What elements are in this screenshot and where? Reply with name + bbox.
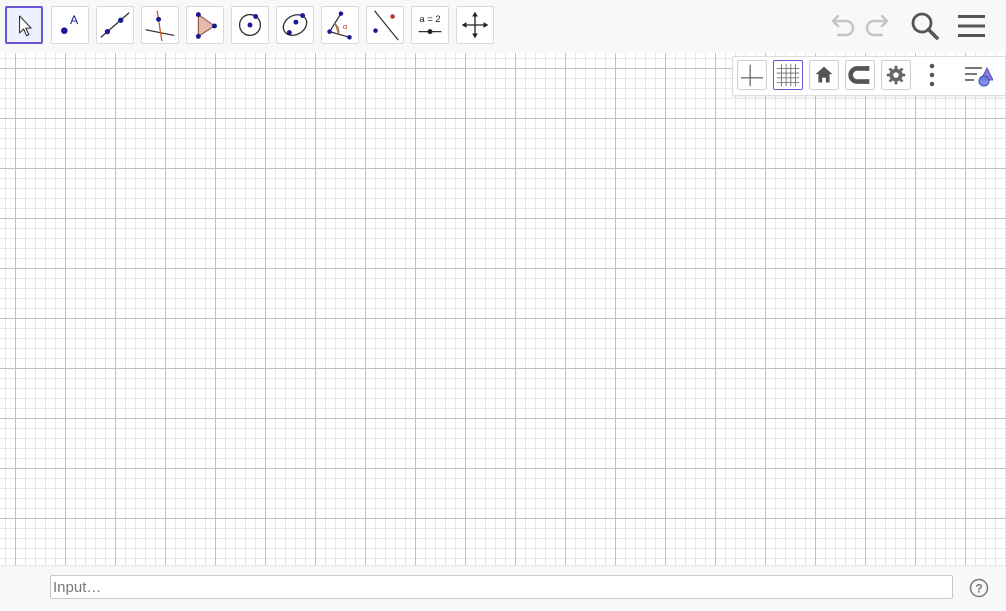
slider-tool-button[interactable]: a = 2 — [411, 6, 449, 44]
perpendicular-line-icon — [145, 10, 175, 42]
vertical-dots-icon — [929, 63, 935, 87]
line-tool-button[interactable] — [96, 6, 134, 44]
polygon-icon — [195, 12, 217, 39]
angle-tool-button[interactable]: α — [321, 6, 359, 44]
reflect-tool-button[interactable] — [366, 6, 404, 44]
move-graphics-view-tool-button[interactable] — [456, 6, 494, 44]
hamburger-menu-icon — [958, 15, 985, 37]
coordinate-grid — [0, 53, 1006, 565]
toggle-style-bar-button[interactable] — [963, 60, 994, 90]
standard-view-button[interactable] — [809, 60, 839, 90]
main-menu-button[interactable] — [954, 8, 990, 44]
input-bar: ? — [0, 565, 1006, 611]
move-graphics-view-icon — [461, 11, 489, 39]
point-tool-button[interactable]: A — [51, 6, 89, 44]
more-options-button[interactable] — [917, 60, 947, 90]
circle-tool-button[interactable] — [231, 6, 269, 44]
move-arrow-icon — [18, 15, 32, 37]
point-tool-label: A — [70, 13, 79, 27]
show-grid-button[interactable] — [773, 60, 803, 90]
slider-tool-label: a = 2 — [419, 14, 440, 25]
move-tool-button[interactable] — [5, 6, 43, 44]
perpendicular-line-tool-button[interactable] — [141, 6, 179, 44]
undo-button[interactable] — [824, 8, 860, 44]
redo-button[interactable] — [860, 8, 896, 44]
conic-tool-button[interactable] — [276, 6, 314, 44]
angle-icon: α — [327, 11, 352, 40]
gear-icon — [886, 65, 906, 85]
magnet-icon — [848, 66, 870, 84]
help-icon-glyph: ? — [975, 582, 982, 596]
search-button[interactable] — [907, 8, 943, 44]
help-icon: ? — [969, 578, 989, 598]
graphics-settings-button[interactable] — [881, 60, 911, 90]
search-icon — [911, 12, 939, 40]
polygon-tool-button[interactable] — [186, 6, 224, 44]
slider-icon: a = 2 — [418, 14, 442, 35]
toolbar: A α a = 2 — [0, 0, 1006, 53]
circle-center-point-icon — [238, 13, 262, 37]
reflect-about-line-icon — [373, 10, 399, 41]
axes-icon — [740, 64, 764, 87]
style-bar-toggle-icon — [965, 66, 994, 87]
line-through-two-points-icon — [100, 12, 130, 38]
redo-icon — [865, 14, 889, 37]
graphics-view[interactable] — [0, 53, 1006, 565]
algebra-input-field[interactable] — [50, 575, 953, 599]
point-capturing-button[interactable] — [845, 60, 875, 90]
grid-icon — [776, 63, 800, 87]
home-icon — [815, 66, 833, 83]
undo-icon — [831, 14, 855, 37]
graphics-style-bar — [732, 56, 1006, 96]
show-axes-button[interactable] — [737, 60, 767, 90]
svg-text:α: α — [343, 22, 348, 31]
point-icon: A — [61, 13, 79, 34]
conic-through-points-icon — [282, 13, 308, 36]
input-help-button[interactable]: ? — [969, 578, 989, 598]
